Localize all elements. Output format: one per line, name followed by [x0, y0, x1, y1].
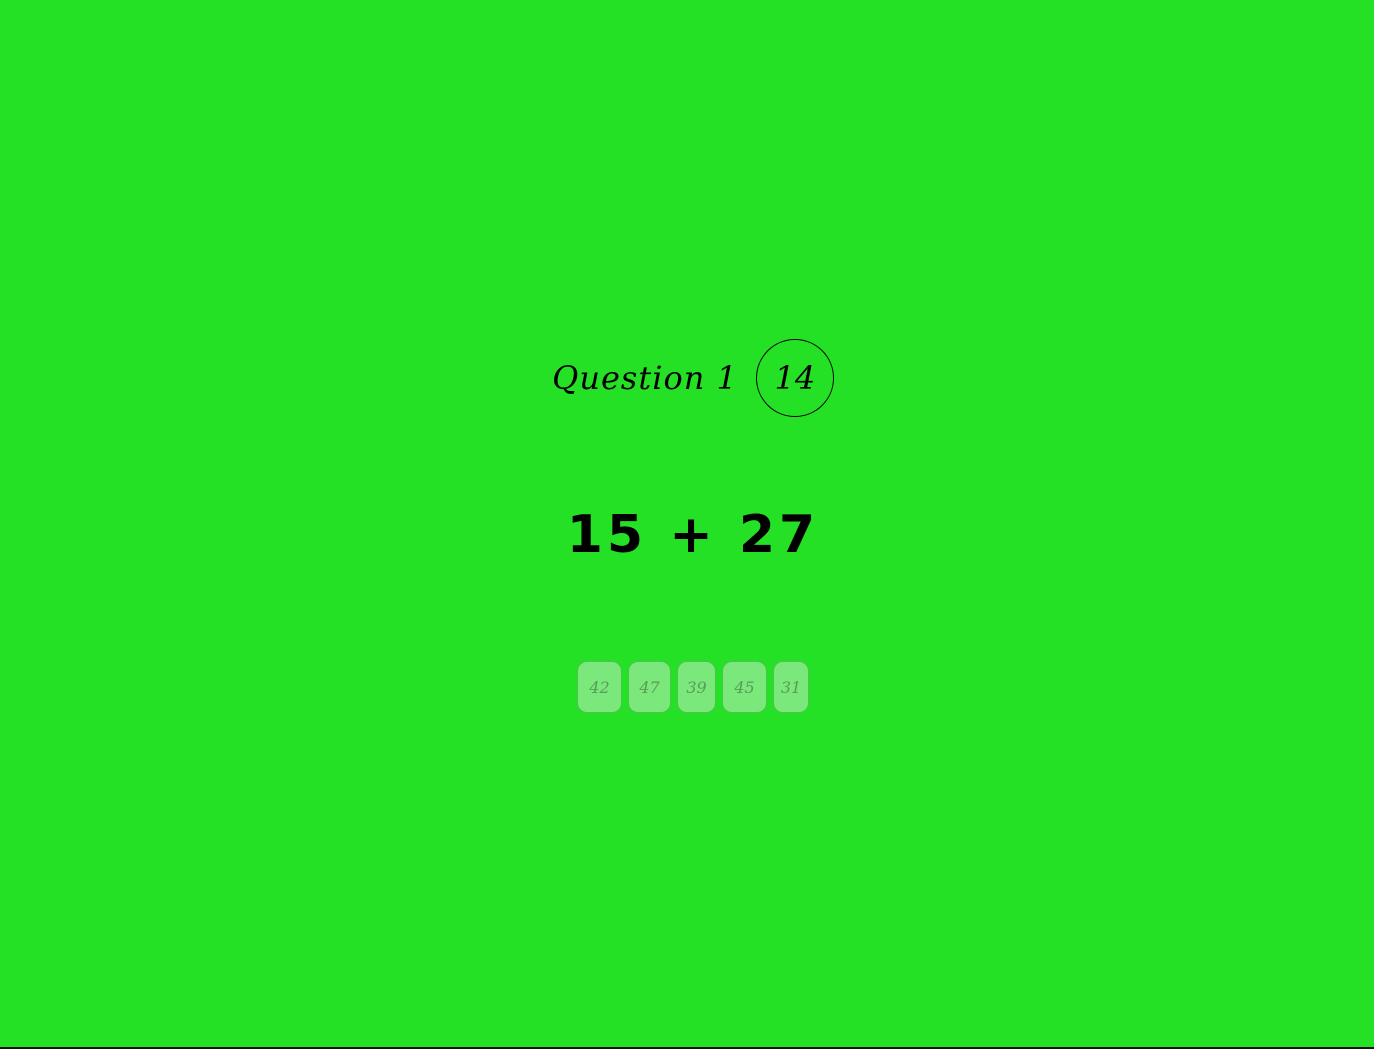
question-label: Question 1 — [552, 359, 738, 397]
answer-option-2[interactable]: 47 — [628, 661, 671, 713]
quiz-screen: Question 1 14 15 + 27 42 47 39 45 31 — [0, 0, 1374, 1049]
answer-option-1[interactable]: 42 — [577, 661, 622, 713]
math-problem: 15 + 27 — [566, 505, 820, 565]
answer-options: 42 47 39 45 31 — [0, 661, 1374, 713]
question-header: Question 1 14 — [0, 339, 1374, 417]
answer-option-5[interactable]: 31 — [773, 661, 809, 713]
answer-option-4[interactable]: 45 — [722, 661, 767, 713]
answer-option-3[interactable]: 39 — [677, 661, 716, 713]
countdown-timer: 14 — [755, 339, 834, 417]
